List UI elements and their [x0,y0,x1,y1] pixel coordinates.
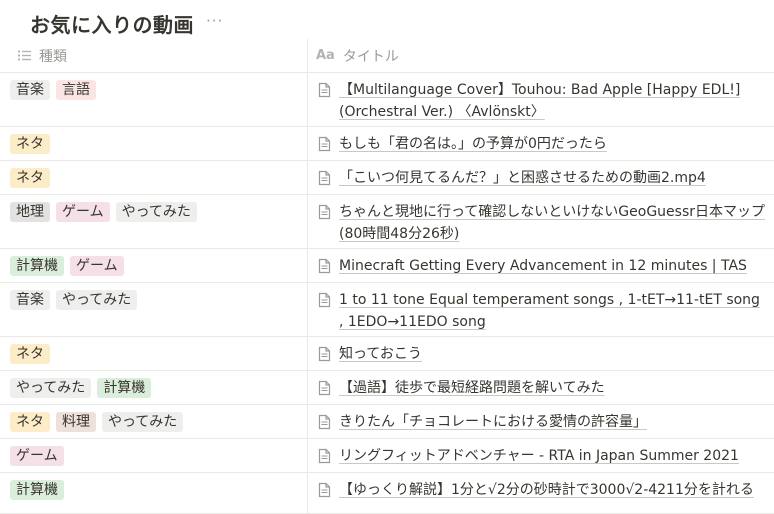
title-cell[interactable]: 「こいつ何見てるんだ？」と困惑させるための動画2.mp4 [308,161,774,194]
page-icon [318,414,331,430]
tag-badge: ネタ [10,134,50,154]
video-title-link[interactable]: 【ゆっくり解説】1分と√2分の砂時計で3000√2-4211分を計れる [339,479,754,501]
tag-badge: やってみた [115,202,197,222]
more-options-button[interactable]: ··· [206,13,223,33]
table-row[interactable]: ネタ 料理 やってみた きりたん「チョコレートにおける愛情の許容量」 [0,405,774,439]
tag-badge: ゲーム [56,202,110,222]
table-row[interactable]: 音楽 言語 【Multilanguage Cover】Touhou: Bad App… [0,73,774,127]
video-title-link[interactable]: きりたん「チョコレートにおける愛情の許容量」 [339,411,647,433]
tags-cell[interactable]: ネタ [0,161,308,194]
tags-cell[interactable]: 音楽 やってみた [0,283,308,336]
table-row[interactable]: 音楽 やってみた 1 to 11 tone Equal temperament so… [0,283,774,337]
page-icon [318,448,331,464]
video-title-link[interactable]: 知っておこう [339,343,422,365]
tag-badge: ネタ [10,344,50,364]
page-icon [318,204,331,220]
page-icon [318,82,331,98]
title-cell[interactable]: 【Multilanguage Cover】Touhou: Bad Apple [… [308,73,774,126]
tag-badge: 計算機 [10,480,64,500]
tag-badge: ネタ [10,168,50,188]
table-row[interactable]: 計算機 ゲーム Minecraft Getting Every Advancemen… [0,249,774,283]
title-cell[interactable]: リングフィットアドベンチャー - RTA in Japan Summer 202… [308,439,774,472]
table-row[interactable]: ネタ 「こいつ何見てるんだ？」と困惑させるための動画2.mp4 [0,161,774,195]
table-row[interactable]: ゲーム リングフィットアドベンチャー - RTA in Japan Summer … [0,439,774,473]
tags-cell[interactable]: 地理 ゲーム やってみた [0,195,308,248]
tag-badge: 音楽 [10,80,50,100]
tag-badge: 計算機 [10,256,64,276]
title-cell[interactable]: 知っておこう [308,337,774,370]
tags-cell[interactable]: 計算機 [0,473,308,513]
tag-badge: 音楽 [10,290,50,310]
video-title-link[interactable]: 「こいつ何見てるんだ？」と困惑させるための動画2.mp4 [339,167,706,189]
column-header-title[interactable]: Aa タイトル [0,39,399,72]
title-cell[interactable]: ちゃんと現地に行って確認しないといけないGeoGuessr日本マップ(80時間4… [308,195,774,248]
page-icon [318,346,331,362]
tag-badge: 地理 [10,202,50,222]
page-icon [318,170,331,186]
tag-badge: やってみた [56,290,138,310]
tag-badge: やってみた [10,378,92,398]
video-title-link[interactable]: 【過語】徒歩で最短経路問題を解いてみた [339,377,605,399]
title-cell[interactable]: もしも「君の名は。」の予算が0円だったら [308,127,774,160]
title-cell[interactable]: きりたん「チョコレートにおける愛情の許容量」 [308,405,774,438]
page-icon [318,292,331,308]
page-icon [318,136,331,152]
text-type-icon: Aa [316,48,335,63]
tags-cell[interactable]: ネタ 料理 やってみた [0,405,308,438]
column-header-title-label: タイトル [342,48,399,65]
title-cell[interactable]: Minecraft Getting Every Advancement in 1… [308,249,774,282]
page-icon [318,482,331,498]
video-title-link[interactable]: リングフィットアドベンチャー - RTA in Japan Summer 202… [339,445,739,467]
tag-badge: 料理 [56,412,96,432]
tags-cell[interactable]: やってみた 計算機 [0,371,308,404]
tags-cell[interactable]: 計算機 ゲーム [0,249,308,282]
page-header: お気に入りの動画 ··· [30,6,223,40]
tags-cell[interactable]: ゲーム [0,439,308,472]
table-row[interactable]: ネタ もしも「君の名は。」の予算が0円だったら [0,127,774,161]
tag-badge: ゲーム [70,256,124,276]
page-title[interactable]: お気に入りの動画 [30,9,194,38]
tag-badge: 計算機 [97,378,152,398]
video-title-link[interactable]: 1 to 11 tone Equal temperament songs , 1… [339,289,766,333]
tag-badge: 言語 [56,80,96,100]
table-row[interactable]: 計算機 【ゆっくり解説】1分と√2分の砂時計で3000√2-4211分を計れる [0,473,774,514]
page-icon [318,380,331,396]
tags-cell[interactable]: ネタ [0,337,308,370]
title-cell[interactable]: 【過語】徒歩で最短経路問題を解いてみた [308,371,774,404]
title-cell[interactable]: 1 to 11 tone Equal temperament songs , 1… [308,283,774,336]
tags-cell[interactable]: ネタ [0,127,308,160]
database-table: 種類 Aa タイトル 音楽 言語 【Multilanguage Cover】Touh… [0,39,774,514]
video-title-link[interactable]: ちゃんと現地に行って確認しないといけないGeoGuessr日本マップ(80時間4… [339,201,766,245]
tag-badge: ネタ [10,412,50,432]
tag-badge: やってみた [102,412,184,432]
table-body: 音楽 言語 【Multilanguage Cover】Touhou: Bad App… [0,73,774,514]
table-row[interactable]: ネタ 知っておこう [0,337,774,371]
tag-badge: ゲーム [10,446,64,466]
table-row[interactable]: やってみた 計算機 【過語】徒歩で最短経路問題を解いてみた [0,371,774,405]
tags-cell[interactable]: 音楽 言語 [0,73,308,126]
table-row[interactable]: 地理 ゲーム やってみた ちゃんと現地に行って確認しないといけないGeoGuessr日… [0,195,774,249]
video-title-link[interactable]: 【Multilanguage Cover】Touhou: Bad Apple [… [339,79,766,123]
video-title-link[interactable]: Minecraft Getting Every Advancement in 1… [339,255,747,277]
page-icon [318,258,331,274]
table-header: 種類 Aa タイトル [0,39,774,73]
video-title-link[interactable]: もしも「君の名は。」の予算が0円だったら [339,133,607,155]
title-cell[interactable]: 【ゆっくり解説】1分と√2分の砂時計で3000√2-4211分を計れる [308,473,774,513]
